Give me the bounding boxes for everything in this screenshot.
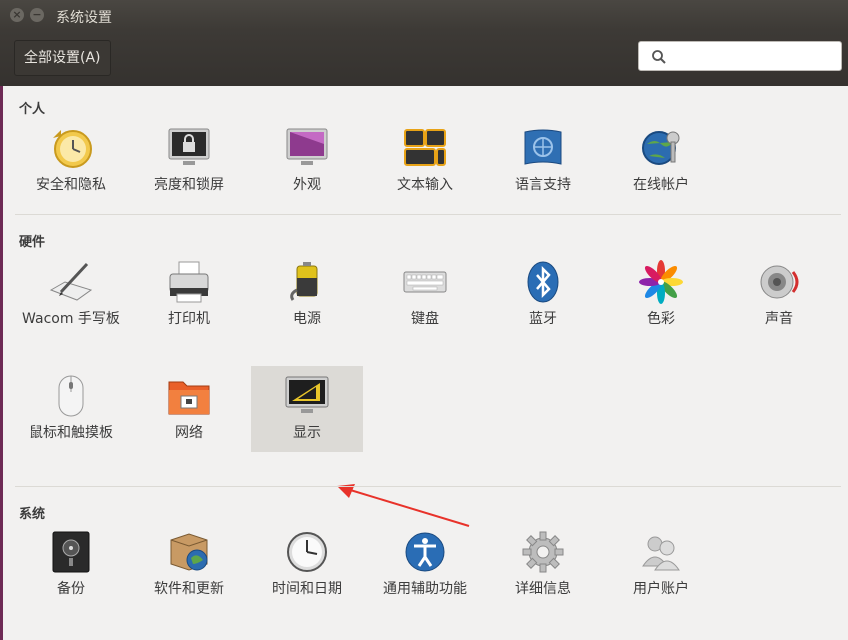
item-label: 备份 (57, 581, 85, 597)
bluetooth-icon (527, 261, 559, 303)
settings-content: 个人 安全和隐私 亮度和锁屏 外观 文本输入 语言支持 在线帐户 硬件 Waco… (3, 86, 848, 640)
section-separator (15, 214, 841, 215)
item-label: 外观 (293, 177, 321, 193)
window-title: 系统设置 (56, 10, 112, 26)
color-icon (639, 260, 683, 304)
item-label: 亮度和锁屏 (154, 177, 224, 193)
item-label: 详细信息 (515, 581, 571, 597)
item-details[interactable]: 详细信息 (487, 530, 599, 616)
all-settings-button[interactable]: 全部设置(A) (14, 40, 111, 76)
item-online-accounts[interactable]: 在线帐户 (605, 126, 717, 212)
item-label: 在线帐户 (633, 177, 689, 193)
item-mouse-touchpad[interactable]: 鼠标和触摸板 (15, 374, 127, 460)
item-label: Wacom 手写板 (22, 311, 120, 327)
item-user-accounts[interactable]: 用户账户 (605, 530, 717, 616)
language-support-icon (524, 129, 562, 165)
section-title-hardware: 硬件 (19, 235, 46, 250)
power-icon (290, 262, 318, 301)
item-label: 鼠标和触摸板 (29, 425, 113, 441)
wacom-tablet-icon (49, 262, 93, 301)
online-accounts-icon (642, 131, 680, 165)
item-sound[interactable]: 声音 (723, 260, 835, 346)
item-power[interactable]: 电源 (251, 260, 363, 346)
item-bluetooth[interactable]: 蓝牙 (487, 260, 599, 346)
brightness-lock-icon (168, 128, 210, 165)
section-title-system: 系统 (19, 507, 46, 522)
item-label: 软件和更新 (154, 581, 224, 597)
search-icon (652, 50, 666, 64)
minimize-window-button[interactable]: − (30, 8, 44, 22)
backup-icon (52, 531, 90, 573)
item-label: 用户账户 (633, 581, 689, 597)
item-label: 显示 (293, 425, 321, 441)
section-separator (15, 486, 841, 487)
clock-icon (287, 532, 327, 572)
search-box[interactable] (638, 41, 842, 71)
item-printer[interactable]: 打印机 (133, 260, 245, 346)
item-label: 网络 (175, 425, 203, 441)
sound-icon (760, 265, 799, 299)
appearance-icon (286, 128, 328, 165)
item-security-privacy[interactable]: 安全和隐私 (15, 126, 127, 212)
item-color[interactable]: 色彩 (605, 260, 717, 346)
item-display[interactable]: 显示 (251, 366, 363, 452)
item-label: 语言支持 (515, 177, 571, 193)
section-title-personal: 个人 (19, 102, 46, 117)
item-wacom-tablet[interactable]: Wacom 手写板 (15, 260, 127, 346)
item-label: 电源 (293, 311, 321, 327)
item-label: 蓝牙 (529, 311, 557, 327)
network-icon (168, 381, 210, 415)
item-label: 文本输入 (397, 177, 453, 193)
item-brightness-lock[interactable]: 亮度和锁屏 (133, 126, 245, 212)
search-input[interactable] (675, 46, 839, 68)
software-updates-icon (170, 533, 208, 571)
users-icon (642, 536, 680, 571)
toolbar: 全部设置(A) (0, 30, 848, 87)
item-label: 安全和隐私 (36, 177, 106, 193)
item-label: 键盘 (411, 311, 439, 327)
item-network[interactable]: 网络 (133, 374, 245, 460)
item-label: 色彩 (647, 311, 675, 327)
mouse-icon (58, 375, 84, 417)
item-appearance[interactable]: 外观 (251, 126, 363, 212)
item-accessibility[interactable]: 通用辅助功能 (369, 530, 481, 616)
gear-icon (522, 531, 564, 573)
text-input-icon (404, 129, 446, 166)
item-label: 通用辅助功能 (383, 581, 467, 597)
security-privacy-icon (53, 130, 92, 168)
item-backup[interactable]: 备份 (15, 530, 127, 616)
title-bar: × − 系统设置 (0, 0, 848, 30)
item-software-updates[interactable]: 软件和更新 (133, 530, 245, 616)
item-keyboard[interactable]: 键盘 (369, 260, 481, 346)
item-language-support[interactable]: 语言支持 (487, 126, 599, 212)
item-label: 打印机 (168, 311, 210, 327)
item-label: 声音 (765, 311, 793, 327)
accessibility-icon (405, 532, 445, 572)
item-label: 时间和日期 (272, 581, 342, 597)
annotation-arrow (337, 484, 470, 527)
item-time-date[interactable]: 时间和日期 (251, 530, 363, 616)
item-text-input[interactable]: 文本输入 (369, 126, 481, 212)
keyboard-icon (403, 271, 447, 293)
printer-icon (169, 261, 209, 303)
close-window-button[interactable]: × (10, 8, 24, 22)
display-icon (285, 376, 329, 413)
